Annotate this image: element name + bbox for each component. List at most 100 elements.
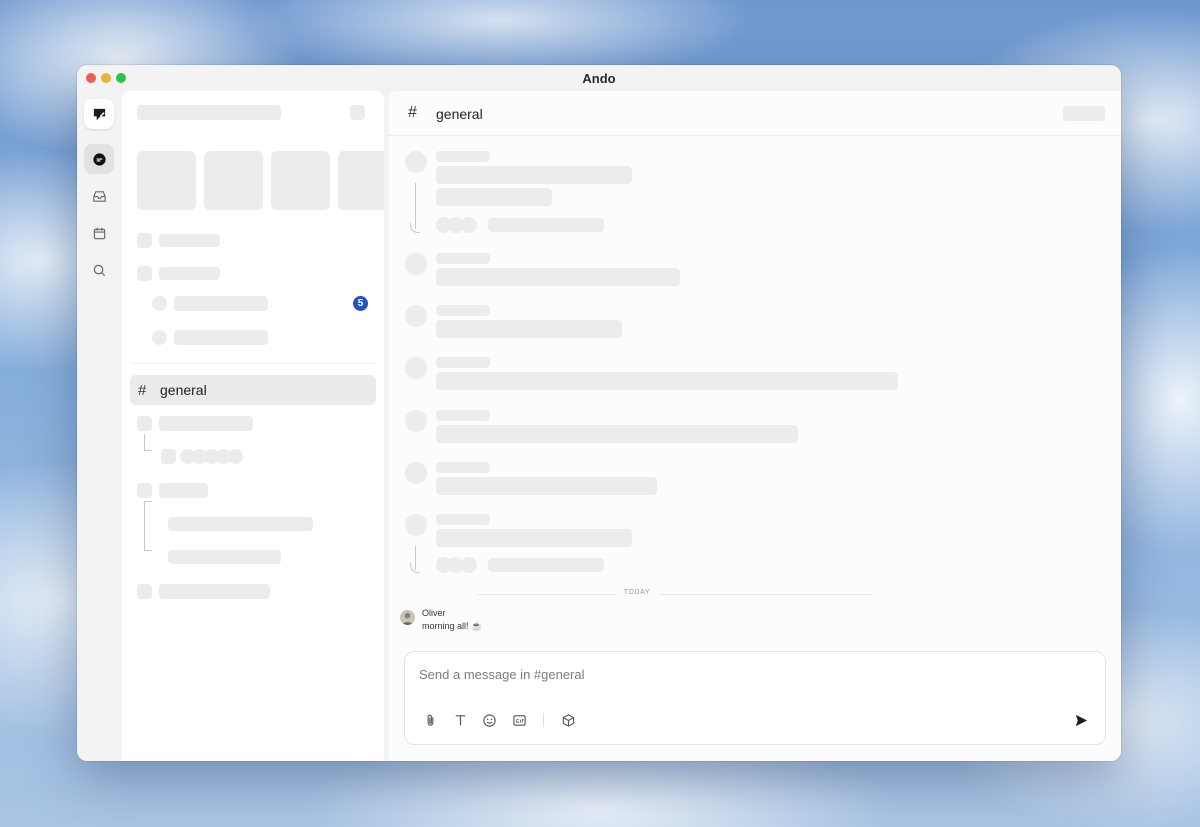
message-body-placeholder [436,372,898,390]
calendar-nav-button[interactable] [84,218,114,248]
emoji-button[interactable] [480,711,498,729]
date-divider-label: TODAY [623,589,651,596]
dm-item-placeholder[interactable] [174,296,268,311]
message-body-placeholder [436,188,552,206]
message-text: morning all! ☕ [422,621,483,631]
message-author-placeholder [436,151,490,162]
pinned-tile[interactable] [137,151,196,210]
title-bar: Ando [77,65,1121,91]
app-logo-button[interactable] [84,99,114,129]
channel-icon-placeholder [137,483,152,498]
app-logo-icon [93,108,105,120]
message-author-placeholder [436,357,490,368]
channel-item-placeholder[interactable] [159,483,208,498]
dm-avatar-placeholder [152,296,167,311]
hash-icon: # [408,104,417,121]
message-author-placeholder [436,462,490,473]
thread-summary-placeholder[interactable] [488,218,604,232]
pinned-tile[interactable] [271,151,330,210]
channel-icon-placeholder [137,416,152,431]
channel-header: # general [389,91,1121,136]
message-avatar-placeholder [405,410,427,432]
message-author-placeholder [436,410,490,421]
emoji-icon [482,713,496,727]
sidebar-divider [132,363,376,364]
calendar-icon [93,227,105,239]
send-icon [1075,714,1087,726]
hash-icon: # [138,381,147,399]
paperclip-icon [427,714,433,726]
thread-connector [410,563,420,573]
channel-item-placeholder[interactable] [159,584,270,599]
section-label-placeholder[interactable] [159,234,220,247]
gif-button[interactable] [510,711,528,729]
message-avatar-placeholder [405,514,427,536]
header-action-placeholder[interactable] [1063,106,1105,121]
unread-count-badge: 5 [353,296,368,311]
dm-avatar-placeholder [152,330,167,345]
channel-sidebar: 5 # general [122,91,384,761]
nav-rail [77,91,121,761]
section-label-placeholder[interactable] [159,267,220,280]
thread-connector [410,223,420,233]
search-icon [93,264,105,276]
message-body-placeholder [436,320,622,338]
thread-summary-placeholder[interactable] [488,558,604,572]
message-avatar-placeholder [405,305,427,327]
message-avatar-placeholder [405,253,427,275]
window-title: Ando [582,71,616,86]
reply-avatar-placeholder [461,217,477,233]
compose-button-placeholder[interactable] [350,105,365,120]
thread-item-placeholder[interactable] [168,517,313,531]
pinned-tile[interactable] [204,151,263,210]
channel-view: # general TODAY Oliver morning all! ☕ Se… [389,91,1121,761]
gif-icon [512,714,526,726]
thread-connector [144,519,152,551]
inbox-nav-button[interactable] [84,181,114,211]
person-icon [401,612,414,625]
chat-bubble-icon [92,152,106,166]
message-author-placeholder [436,253,490,264]
date-divider-line [477,594,615,595]
app-window: Ando 5 # general # general TODAY Oliver … [77,65,1121,761]
toolbar-separator [543,713,544,727]
inbox-icon [92,190,106,202]
message-author[interactable]: Oliver [422,608,446,618]
sidebar-item-label: general [160,382,207,398]
section-icon-placeholder [137,233,152,248]
thread-connector [144,501,152,519]
message-body-placeholder [436,425,798,443]
message-author-placeholder [436,514,490,525]
message-body-placeholder [436,268,680,286]
message-body-placeholder [436,166,632,184]
message-body-placeholder [436,477,657,495]
section-icon-placeholder [137,266,152,281]
message-input[interactable] [419,664,1019,684]
avatar[interactable] [400,610,415,625]
text-format-button[interactable] [451,711,469,729]
thread-item-placeholder[interactable] [168,550,281,564]
channel-icon-placeholder [137,584,152,599]
message-avatar-placeholder [405,151,427,173]
message-avatar-placeholder [405,462,427,484]
message-composer [404,651,1106,745]
cube-icon [562,713,574,727]
send-button[interactable] [1072,711,1090,729]
dm-item-placeholder[interactable] [174,330,268,345]
apps-button[interactable] [559,711,577,729]
reply-avatar-placeholder [461,557,477,573]
channel-title: general [436,106,483,122]
text-format-icon [455,714,465,725]
channel-item-placeholder[interactable] [159,416,253,431]
workspace-name-placeholder [137,105,281,120]
thread-connector [144,434,152,451]
messages-nav-button[interactable] [84,144,114,174]
sidebar-item-general[interactable]: # general [130,375,376,405]
date-divider-line [659,594,871,595]
participant-avatar-placeholder [228,449,243,464]
pinned-tile[interactable] [338,151,384,210]
thread-icon-placeholder [161,449,176,464]
attach-button[interactable] [421,711,439,729]
search-nav-button[interactable] [84,255,114,285]
message-author-placeholder [436,305,490,316]
